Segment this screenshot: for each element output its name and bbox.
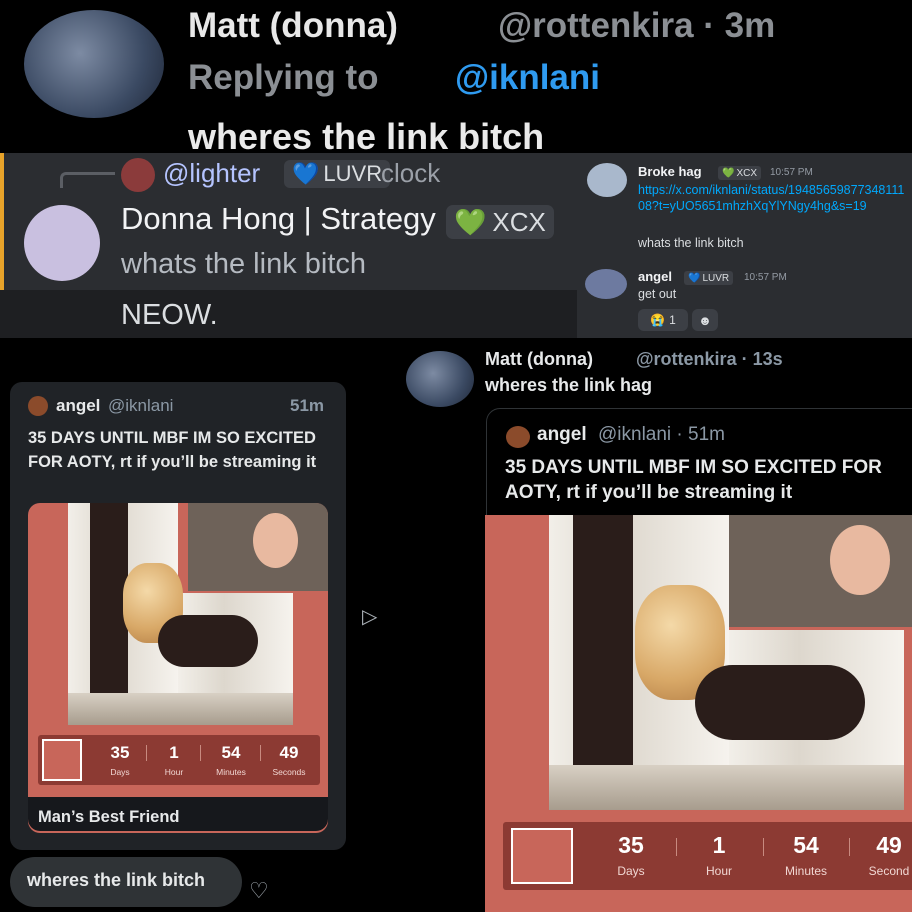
discord-chat-panel — [577, 153, 912, 338]
countdown-label: Hour — [164, 767, 184, 777]
divider — [676, 838, 677, 856]
avatar[interactable] — [406, 351, 474, 407]
post-author[interactable]: angel — [56, 396, 100, 416]
album-title: Man’s Best Friend — [38, 808, 180, 826]
timestamp: 10:57 PM — [770, 167, 813, 178]
replying-label: Replying to — [188, 58, 379, 97]
reply-ref-text[interactable]: clock — [381, 158, 440, 189]
divider — [146, 745, 147, 761]
add-reaction-button[interactable]: ☻ — [692, 309, 718, 331]
countdown-seconds: 49 — [876, 832, 902, 858]
reaction-count: 1 — [669, 313, 676, 327]
server-tag: 💚 XCX — [718, 166, 762, 180]
photo-dress — [695, 665, 865, 740]
post-time: 51m — [290, 396, 325, 415]
heart-icon: 💙 — [292, 161, 320, 186]
message-text: whats the link bitch — [121, 248, 367, 280]
author-name[interactable]: Matt (donna) — [188, 6, 398, 46]
countdown-hours: 1 — [169, 743, 179, 762]
message-author[interactable]: Donna Hong | Strategy — [121, 201, 436, 237]
smiley-icon: ☻ — [698, 312, 712, 328]
avatar[interactable] — [506, 426, 530, 448]
countdown-bar: 35 Days 1 Hour 54 Minutes 49 Seconds — [38, 735, 320, 785]
message-text: get out — [638, 287, 677, 301]
server-tag: 💙 LUVR — [684, 271, 734, 285]
album-thumbnail — [42, 739, 82, 781]
crying-emoji-icon: 😭 — [650, 313, 666, 327]
discord-next-message — [0, 290, 577, 338]
photo-dress — [158, 615, 258, 667]
share-icon[interactable]: ▷ — [362, 604, 377, 629]
photo-figure-legs — [573, 515, 633, 795]
photo-face — [830, 525, 890, 595]
countdown-label: Hour — [705, 864, 732, 878]
reaction-button[interactable]: 😭 1 — [638, 309, 688, 331]
message-text: whats the link bitch — [638, 236, 744, 250]
countdown-days: 35 — [618, 832, 644, 858]
author-handle-time[interactable]: @rottenkira · 13s — [636, 349, 783, 370]
countdown-days: 35 — [110, 743, 130, 762]
photo-floor — [68, 693, 293, 725]
tweet-text: wheres the link bitch — [188, 116, 545, 157]
countdown-label: Days — [110, 767, 130, 777]
message-text: NEOW. — [121, 299, 218, 331]
countdown-label: Days — [617, 864, 645, 878]
divider — [849, 838, 850, 856]
avatar[interactable] — [585, 269, 627, 299]
screenshot-collage: Matt (donna) @rottenkira · 3m Replying t… — [0, 0, 912, 912]
message-author[interactable]: Broke hag — [638, 164, 702, 179]
tag-label: LUVR — [323, 161, 383, 186]
countdown-minutes: 54 — [221, 743, 241, 762]
react-heart-icon[interactable]: ♡ — [249, 878, 269, 904]
photo-floor — [549, 765, 904, 810]
countdown-bar: 35 Days 1 Hour 54 Minutes 49 Second — [503, 822, 912, 890]
author-name[interactable]: Matt (donna) — [485, 349, 593, 370]
avatar[interactable] — [24, 205, 100, 281]
tag-label: LUVR — [702, 272, 730, 284]
countdown-minutes: 54 — [793, 832, 819, 858]
reply-ref-avatar[interactable] — [121, 158, 155, 192]
album-thumbnail — [511, 828, 573, 884]
countdown-label: Minutes — [216, 767, 246, 777]
countdown-hours: 1 — [712, 832, 726, 858]
quoted-author[interactable]: angel — [537, 424, 587, 446]
avatar[interactable] — [24, 10, 164, 118]
divider — [260, 745, 261, 761]
countdown-label: Second — [868, 864, 910, 878]
countdown-label: Seconds — [272, 767, 306, 777]
post-handle[interactable]: @iknlani — [108, 396, 173, 416]
divider — [200, 745, 201, 761]
post-text: 35 DAYS UNTIL MBF IM SO EXCITED FOR AOTY… — [28, 429, 317, 471]
heart-icon: 💚 — [454, 206, 487, 237]
avatar[interactable] — [28, 396, 48, 416]
quoted-text: 35 DAYS UNTIL MBF IM SO EXCITED FOR AOTY… — [505, 457, 882, 503]
message-link[interactable]: https://x.com/iknlani/status/19485659877… — [638, 182, 908, 214]
avatar[interactable] — [587, 163, 627, 197]
reply-ref-user[interactable]: @lighter — [163, 158, 260, 189]
reply-ref-tag: 💙 LUVR — [284, 160, 391, 188]
timestamp: 10:57 PM — [744, 272, 787, 283]
countdown-label: Minutes — [784, 864, 828, 878]
heart-icon: 💙 — [688, 272, 701, 284]
author-handle-time[interactable]: @rottenkira · 3m — [498, 6, 775, 46]
server-tag: 💚 XCX — [446, 205, 554, 239]
photo-face — [253, 513, 298, 568]
message-text: wheres the link bitch — [27, 870, 206, 890]
tag-label: XCX — [492, 206, 546, 237]
replying-to-link[interactable]: @iknlani — [455, 58, 600, 98]
quoted-handle-time[interactable]: @iknlani · 51m — [598, 424, 725, 446]
heart-icon: 💚 — [722, 167, 735, 179]
countdown-seconds: 49 — [279, 743, 299, 762]
reply-connector-line — [60, 172, 115, 188]
tag-label: XCX — [736, 167, 758, 179]
divider — [763, 838, 764, 856]
message-author[interactable]: angel — [638, 269, 672, 284]
tweet-text: wheres the link hag — [485, 375, 653, 395]
